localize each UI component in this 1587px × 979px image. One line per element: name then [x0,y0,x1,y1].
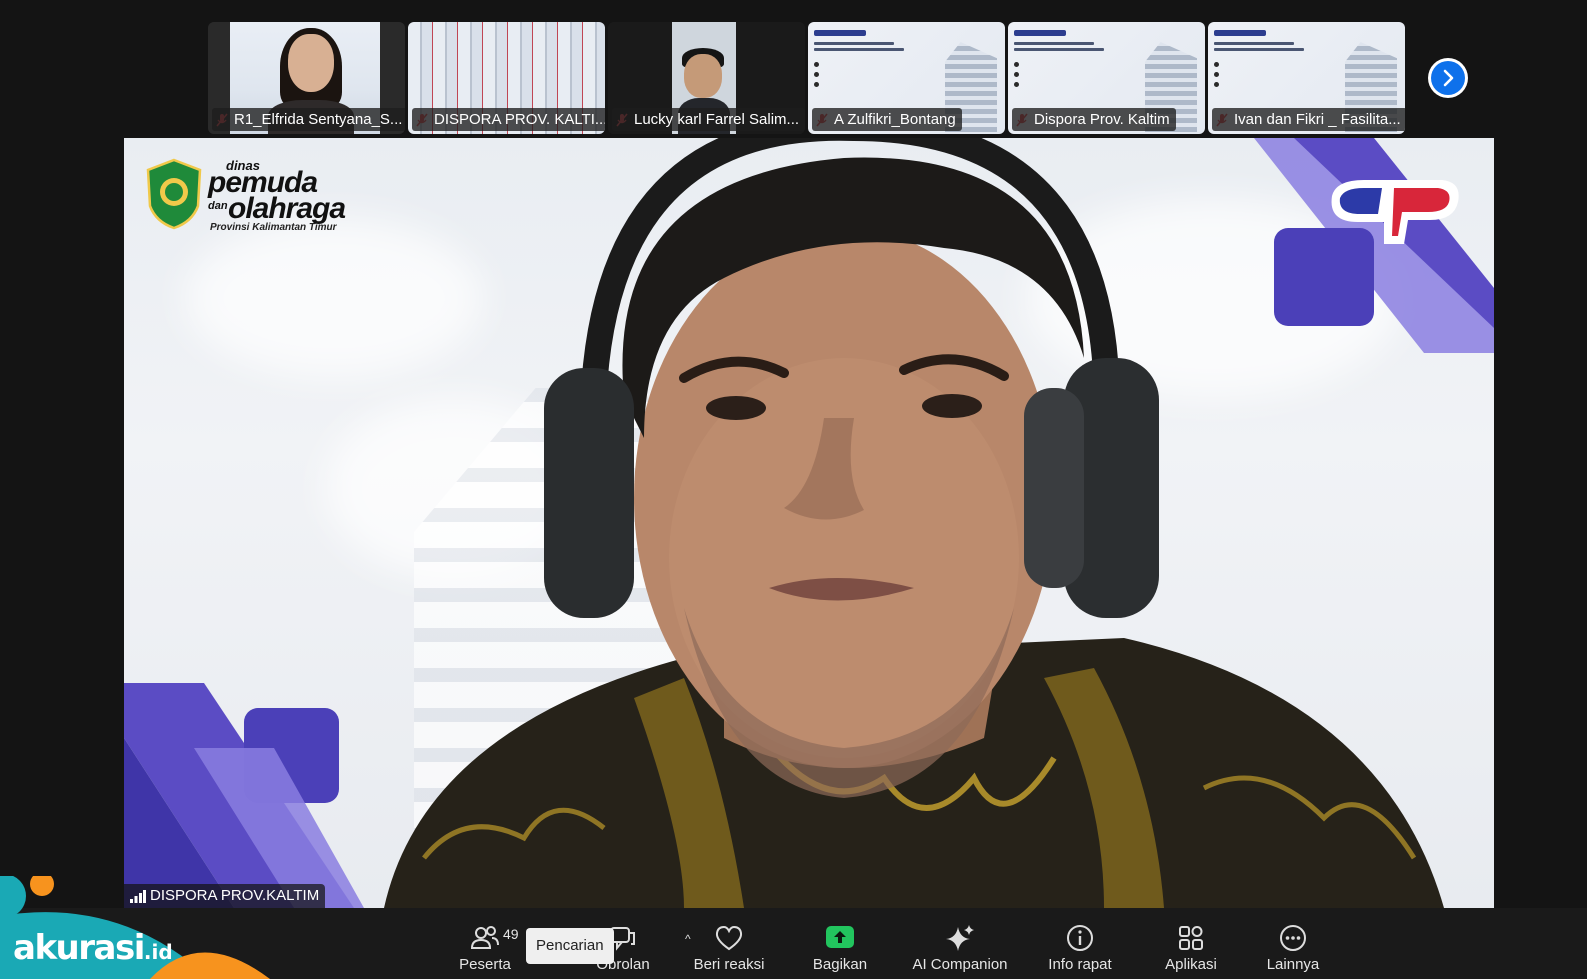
participant-name: Lucky karl Farrel Salim... [612,108,805,131]
search-tooltip: Pencarian [526,928,614,964]
share-screen-button[interactable]: Bagikan [785,922,895,978]
toolbar-label: AI Companion [912,956,1008,973]
toolbar-label: Bagikan [812,956,868,973]
participant-tile[interactable]: Dispora Prov. Kaltim [1008,22,1205,134]
toolbar-label: Peserta [459,956,511,973]
toolbar-label: Lainnya [1266,956,1320,973]
participant-count: 49 [503,926,519,942]
next-page-button[interactable] [1428,58,1468,98]
participant-name: DISPORA PROV. KALTI... [412,108,605,131]
meeting-info-button[interactable]: Info rapat [1025,922,1135,978]
chevron-right-icon [1443,69,1454,87]
participant-name: A Zulfikri_Bontang [812,108,962,131]
more-button[interactable]: Lainnya [1238,922,1348,978]
participant-strip: R1_Elfrida Sentyana_S... DISPORA PROV. K… [208,22,1408,134]
akurasi-watermark: akurasi.id [13,928,173,968]
participant-tile[interactable]: Lucky karl Farrel Salim... [608,22,805,134]
participant-name: Ivan dan Fikri _ Fasilita... [1212,108,1405,131]
participants-icon [470,926,499,949]
participant-name: Dispora Prov. Kaltim [1012,108,1176,131]
participant-tile[interactable]: R1_Elfrida Sentyana_S... [208,22,405,134]
participant-tile[interactable]: A Zulfikri_Bontang [808,22,1005,134]
toolbar-label: Beri reaksi [693,956,765,973]
heart-icon [715,925,743,951]
reactions-button[interactable]: Beri reaksi [674,922,784,978]
toolbar-label: Aplikasi [1165,956,1217,973]
share-screen-icon [826,926,854,948]
apps-icon [1179,926,1203,950]
participant-tile[interactable]: Ivan dan Fikri _ Fasilita... [1208,22,1405,134]
participants-button[interactable]: Peserta 49 [430,922,540,978]
speaker-figure [384,138,1444,908]
participant-name: R1_Elfrida Sentyana_S... [212,108,405,131]
toolbar-label: Info rapat [1048,956,1112,973]
apps-button[interactable]: Aplikasi [1136,922,1246,978]
ai-companion-button[interactable]: AI Companion [905,922,1015,978]
info-icon [1067,925,1093,951]
participant-tile[interactable]: DISPORA PROV. KALTI... [408,22,605,134]
active-speaker-video[interactable]: dinas pemuda dan olahraga Provinsi Kalim… [124,138,1494,908]
sparkle-icon [946,925,974,951]
more-icon [1280,925,1306,951]
